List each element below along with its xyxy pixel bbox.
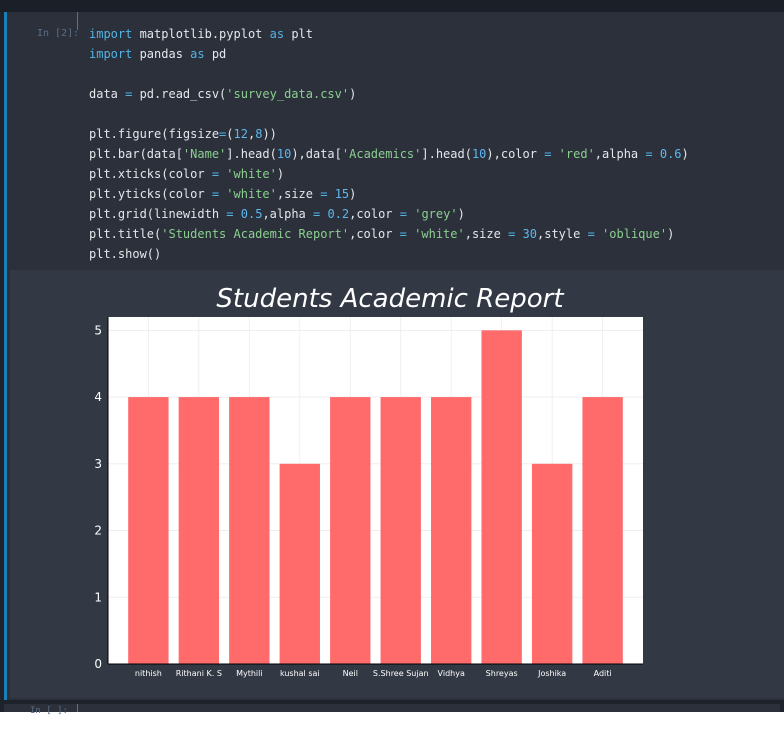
bar-mythili <box>229 397 270 664</box>
x-tick-label: Neil <box>343 669 358 678</box>
bar-chart: 0 1 2 3 4 5 nithish Rithani K. S Mythili kushal s… <box>94 317 643 678</box>
x-tick-label: Rithani K. S <box>176 669 222 678</box>
x-tick-label: Mythili <box>236 669 263 678</box>
x-tick-label: S.Shree Sujan <box>373 669 429 678</box>
x-tick-label: Joshika <box>537 669 566 678</box>
x-tick-label: Vidhya <box>438 669 465 678</box>
bar-joshika <box>531 463 573 664</box>
x-tick-label: Shreyas <box>486 669 518 678</box>
y-tick-label: 2 <box>94 524 102 538</box>
next-prompt-separator <box>77 704 78 712</box>
y-tick-label: 5 <box>94 323 102 337</box>
next-code-cell[interactable] <box>4 704 780 712</box>
bar-nithish <box>128 397 169 664</box>
y-tick-label: 3 <box>94 457 102 471</box>
y-tick-label: 0 <box>94 657 102 671</box>
x-tick-label: Aditi <box>594 669 612 678</box>
bar-kushal-sai <box>279 463 320 664</box>
x-tick-label: kushal sai <box>280 669 320 678</box>
bar-rithani-k-s <box>178 397 220 664</box>
x-tick-label: nithish <box>135 669 162 678</box>
y-tick-label: 1 <box>94 590 102 604</box>
bar-neil <box>330 397 371 664</box>
bar-s-shree-sujan <box>380 397 421 664</box>
y-tick-label: 4 <box>94 390 102 404</box>
next-cell-prompt: In [ ]: <box>30 706 68 716</box>
bar-aditi <box>582 397 623 664</box>
bar-vidhya <box>431 397 472 664</box>
bar-shreyas <box>481 330 522 664</box>
